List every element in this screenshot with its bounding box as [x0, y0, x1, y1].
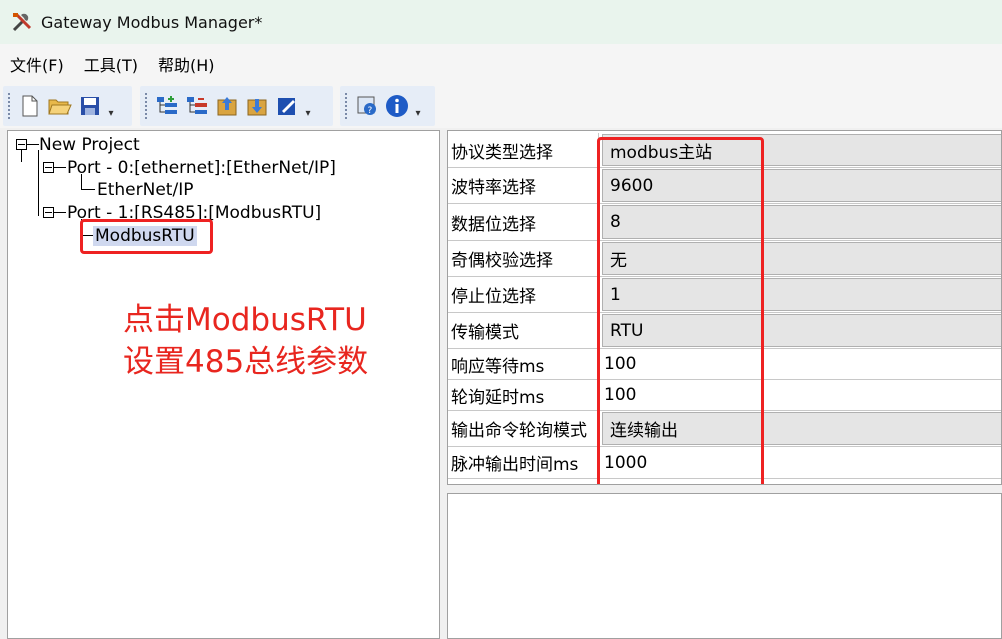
- tree-connector: [54, 167, 66, 168]
- property-name: 脉冲输出时间ms: [448, 447, 599, 478]
- property-name: 数据位选择: [448, 204, 599, 240]
- toolbar-grip[interactable]: [8, 93, 11, 119]
- menu-bar: 文件(F) 工具(T) 帮助(H): [0, 44, 1002, 84]
- tree-connector: [38, 150, 39, 216]
- port-toolbar: ▾: [140, 86, 333, 126]
- download-icon[interactable]: [242, 91, 272, 121]
- help-toolbar: ? ▾: [340, 86, 435, 126]
- svg-text:?: ?: [368, 106, 373, 116]
- tree-item-ethernetip[interactable]: EtherNet/IP: [97, 179, 193, 201]
- menu-tools[interactable]: 工具(T): [84, 50, 138, 78]
- collapse-toggle-icon[interactable]: [43, 207, 54, 218]
- toolbar-grip[interactable]: [145, 93, 148, 119]
- tree-connector: [81, 189, 95, 190]
- remove-port-icon[interactable]: [182, 91, 212, 121]
- annotation-line-1: 点击ModbusRTU: [123, 302, 367, 338]
- toolbar-overflow-icon[interactable]: ▾: [412, 91, 424, 121]
- title-bar: Gateway Modbus Manager*: [0, 0, 1002, 44]
- property-name: 传输模式: [448, 313, 599, 348]
- tree-connector: [81, 174, 82, 190]
- menu-file[interactable]: 文件(F): [10, 50, 64, 78]
- window-title: Gateway Modbus Manager*: [41, 12, 263, 32]
- property-name: 波特率选择: [448, 168, 599, 203]
- project-tree[interactable]: New Project Port - 0:[ethernet]:[EtherNe…: [7, 130, 440, 639]
- property-name: 协议类型选择: [448, 133, 599, 167]
- file-toolbar: ▾: [3, 86, 132, 126]
- tree-port-0[interactable]: Port - 0:[ethernet]:[EtherNet/IP]: [67, 157, 336, 179]
- property-name: 输出命令轮询模式: [448, 411, 599, 446]
- toolbar-overflow-icon[interactable]: ▾: [105, 91, 117, 121]
- collapse-toggle-icon[interactable]: [43, 162, 54, 173]
- property-name: 响应等待ms: [448, 349, 599, 379]
- property-name: 停止位选择: [448, 277, 599, 312]
- description-panel: [447, 493, 1002, 639]
- property-grid[interactable]: 协议类型选择 modbus主站 波特率选择 9600 数据位选择 8 奇偶校验选…: [447, 130, 1002, 485]
- highlight-box: [80, 219, 213, 254]
- save-icon[interactable]: [75, 91, 105, 121]
- highlight-box: [597, 137, 764, 484]
- menu-help[interactable]: 帮助(H): [158, 50, 215, 78]
- tree-connector: [54, 212, 66, 213]
- tree-connector: [21, 150, 22, 162]
- tree-root-project[interactable]: New Project: [39, 134, 140, 156]
- edit-icon[interactable]: [272, 91, 302, 121]
- property-name: 奇偶校验选择: [448, 241, 599, 276]
- info-icon[interactable]: [382, 91, 412, 121]
- toolbar-overflow-icon[interactable]: ▾: [302, 91, 314, 121]
- open-folder-icon[interactable]: [45, 91, 75, 121]
- help-icon[interactable]: ?: [352, 91, 382, 121]
- collapse-toggle-icon[interactable]: [16, 139, 27, 150]
- add-port-icon[interactable]: [152, 91, 182, 121]
- tree-connector: [27, 144, 39, 145]
- property-name: 轮询延时ms: [448, 380, 599, 410]
- toolbar-grip[interactable]: [345, 93, 348, 119]
- upload-icon[interactable]: [212, 91, 242, 121]
- annotation-line-2: 设置485总线参数: [123, 344, 369, 380]
- toolbar-area: ▾ ▾ ? ▾: [0, 84, 1002, 128]
- new-file-icon[interactable]: [15, 91, 45, 121]
- tools-app-icon: [9, 9, 35, 35]
